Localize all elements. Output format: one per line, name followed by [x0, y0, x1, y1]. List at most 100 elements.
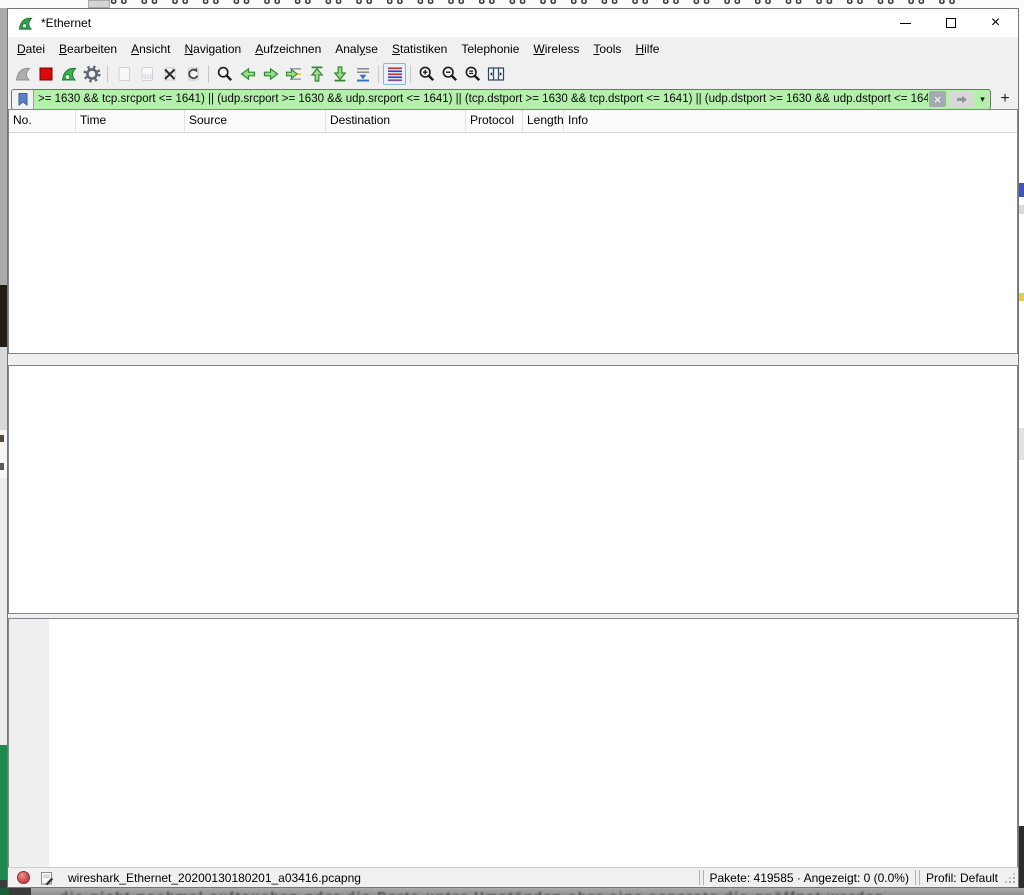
menu-item-wireless[interactable]: Wireless: [526, 38, 586, 60]
bg-right-seg: [1019, 428, 1024, 460]
go-first-button[interactable]: [305, 63, 328, 85]
toolbar-separator: [208, 65, 209, 83]
shark-fin-green-icon: [61, 67, 77, 81]
resize-grip[interactable]: [1004, 870, 1018, 886]
go-to-packet-button[interactable]: [282, 63, 305, 85]
chevron-down-icon: ▾: [980, 93, 985, 104]
filter-add-button[interactable]: +: [995, 89, 1015, 109]
status-separator: [914, 870, 920, 885]
menu-item-statistiken[interactable]: Statistiken: [385, 38, 454, 60]
menu-item-tools[interactable]: Tools: [586, 38, 628, 60]
bg-left-seg: [0, 347, 7, 430]
display-filter-input[interactable]: [34, 89, 929, 109]
save-file-icon: 010: [141, 67, 153, 81]
bg-left-seg: [0, 8, 7, 285]
close-icon: ×: [990, 14, 1001, 31]
background-hex-fragment: 88 88 88 88 88 88 88 88 88 88 88 88 88 8…: [110, 0, 959, 7]
background-tab-fragment: [88, 0, 110, 8]
minimize-icon: [900, 22, 911, 24]
arrow-right-icon: [263, 67, 279, 81]
window-controls: ×: [883, 9, 1018, 37]
restart-capture-button[interactable]: [57, 63, 80, 85]
zoom-original-button[interactable]: [461, 63, 484, 85]
filter-bookmark-button[interactable]: [12, 89, 34, 109]
filter-apply-button[interactable]: [949, 91, 974, 107]
packet-bytes-pane[interactable]: [8, 618, 1018, 869]
background-corner-block: [0, 888, 9, 895]
zoom-in-button[interactable]: [415, 63, 438, 85]
packet-list-pane[interactable]: No. Time Source Destination Protocol Length In…: [8, 109, 1018, 354]
menu-item-hilfe[interactable]: Hilfe: [628, 38, 666, 60]
go-forward-button[interactable]: [259, 63, 282, 85]
window-title: *Ethernet: [41, 16, 92, 30]
bg-right-seg: [1019, 183, 1024, 197]
open-file-button[interactable]: [112, 63, 135, 85]
reload-file-button[interactable]: [181, 63, 204, 85]
auto-scroll-button[interactable]: [351, 63, 374, 85]
menu-item-datei[interactable]: Datei: [10, 38, 52, 60]
stop-square-icon: [39, 67, 52, 81]
status-bar: wireshark_Ethernet_20200130180201_a03416…: [8, 867, 1018, 887]
find-packet-button[interactable]: [213, 63, 236, 85]
packet-count-status: Pakete: 419585 · Angezeigt: 0 (0.0%): [709, 870, 909, 885]
column-header-info[interactable]: Info: [564, 110, 1017, 132]
column-header-time[interactable]: Time: [76, 110, 185, 132]
menu-item-aufzeichnen[interactable]: Aufzeichnen: [248, 38, 328, 60]
column-header-protocol[interactable]: Protocol: [466, 110, 523, 132]
capture-options-button[interactable]: [80, 63, 103, 85]
toolbar-separator: [107, 65, 108, 83]
background-bottom-strip: die nicht nochmal auftauchen oder die Po…: [0, 888, 1024, 895]
plus-icon: +: [1000, 90, 1010, 107]
go-back-button[interactable]: [236, 63, 259, 85]
background-top-strip: 88 88 88 88 88 88 88 88 88 88 88 88 88 8…: [0, 0, 1024, 8]
open-file-icon: [118, 67, 130, 81]
svg-text:010: 010: [143, 75, 152, 81]
column-header-destination[interactable]: Destination: [326, 110, 466, 132]
save-file-button[interactable]: 010: [135, 63, 158, 85]
maximize-button[interactable]: [928, 9, 973, 37]
profile-status[interactable]: Profil: Default: [926, 871, 998, 885]
wireshark-logo-icon: [17, 15, 34, 32]
resize-columns-icon: [487, 67, 504, 81]
start-capture-button[interactable]: [11, 63, 34, 85]
close-file-icon: [163, 67, 175, 81]
go-last-button[interactable]: [328, 63, 351, 85]
arrow-up-bar-icon: [310, 66, 323, 82]
minimize-button[interactable]: [883, 9, 928, 37]
bg-left-seg: [0, 880, 7, 888]
column-header-length[interactable]: Length: [523, 110, 564, 132]
bg-left-seg: [0, 478, 7, 745]
menu-item-analyse[interactable]: Analyse: [328, 38, 385, 60]
menu-item-telephonie[interactable]: Telephonie: [454, 38, 526, 60]
display-filter-field: × ▾: [11, 88, 991, 110]
close-file-button[interactable]: [158, 63, 181, 85]
screen: 88 88 88 88 88 88 88 88 88 88 88 88 88 8…: [0, 0, 1024, 895]
filter-clear-button[interactable]: ×: [929, 91, 946, 107]
clear-x-icon: ×: [933, 91, 942, 107]
stop-capture-button[interactable]: [34, 63, 57, 85]
goto-packet-icon: [285, 68, 301, 80]
filter-dropdown-button[interactable]: ▾: [975, 90, 990, 109]
zoom-in-icon: [419, 66, 434, 82]
arrow-down-bar-icon: [333, 66, 346, 82]
background-left-strip: [0, 8, 7, 888]
menu-item-bearbeiten[interactable]: Bearbeiten: [52, 38, 124, 60]
menu-item-navigation[interactable]: Navigation: [177, 38, 248, 60]
zoom-out-button[interactable]: [438, 63, 461, 85]
resize-columns-button[interactable]: [484, 63, 507, 85]
bg-left-seg: [0, 285, 7, 347]
column-header-no[interactable]: No.: [9, 110, 76, 132]
expert-info-button[interactable]: [17, 871, 30, 884]
filter-bar: × ▾ +: [8, 88, 1018, 110]
background-text-fragment: die nicht nochmal auftauchen oder die Po…: [60, 889, 1024, 895]
packet-details-pane[interactable]: [8, 365, 1018, 614]
column-header-source[interactable]: Source: [185, 110, 326, 132]
main-toolbar: 010: [8, 61, 1018, 87]
menu-item-ansicht[interactable]: Ansicht: [124, 38, 177, 60]
colorize-packets-button[interactable]: [383, 63, 406, 85]
apply-arrow-icon: [956, 95, 967, 103]
title-bar: *Ethernet ×: [8, 9, 1018, 37]
close-button[interactable]: ×: [973, 9, 1018, 37]
capture-comment-button[interactable]: [40, 871, 54, 885]
bg-right-seg: [1019, 293, 1024, 301]
